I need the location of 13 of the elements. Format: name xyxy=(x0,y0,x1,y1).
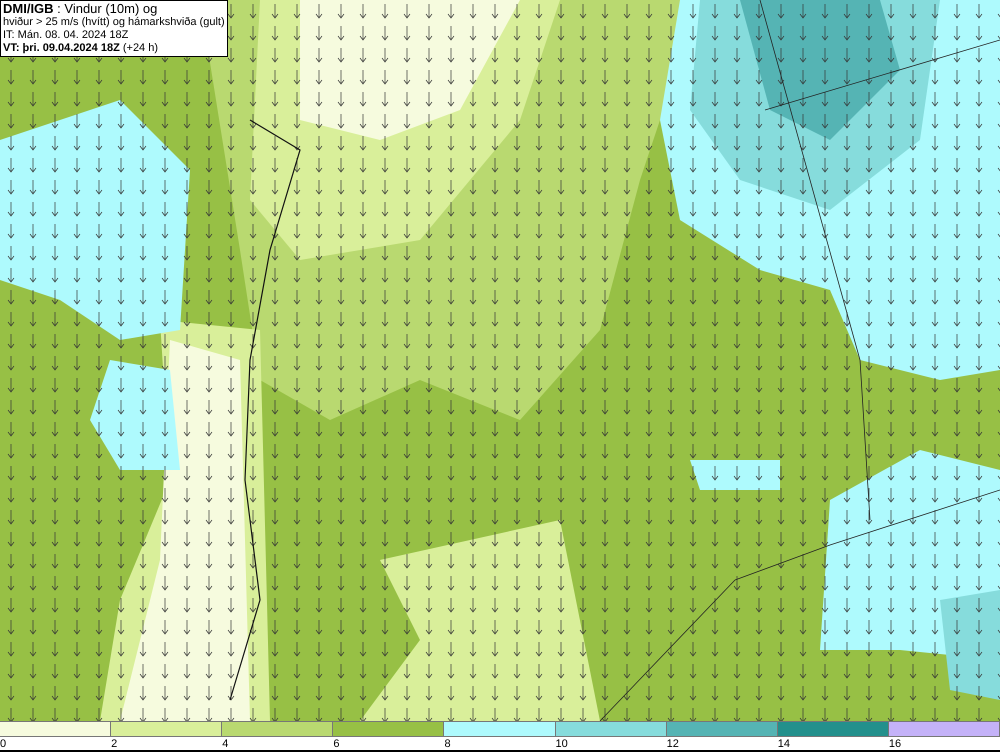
legend-label: 8 xyxy=(444,737,451,751)
legend-label: 10 xyxy=(556,737,568,751)
legend-label: 14 xyxy=(778,737,790,751)
legend-label: 12 xyxy=(666,737,679,751)
legend-label: 0 xyxy=(0,737,6,751)
title-line: DMI/IGB : Vindur (10m) og xyxy=(3,2,158,16)
legend-label: 4 xyxy=(222,737,228,751)
legend-label: 2 xyxy=(111,737,118,751)
title-line: VT: þri. 09.04.2024 18Z (+24 h) xyxy=(3,42,160,55)
legend-label: 16 xyxy=(888,737,902,751)
title-line: IT: Mán. 08. 04. 2024 18Z xyxy=(3,29,130,42)
title-line: hviður > 25 m/s (hvítt) og hámarkshviða (gult) xyxy=(3,16,225,29)
legend-label: 6 xyxy=(333,737,340,751)
